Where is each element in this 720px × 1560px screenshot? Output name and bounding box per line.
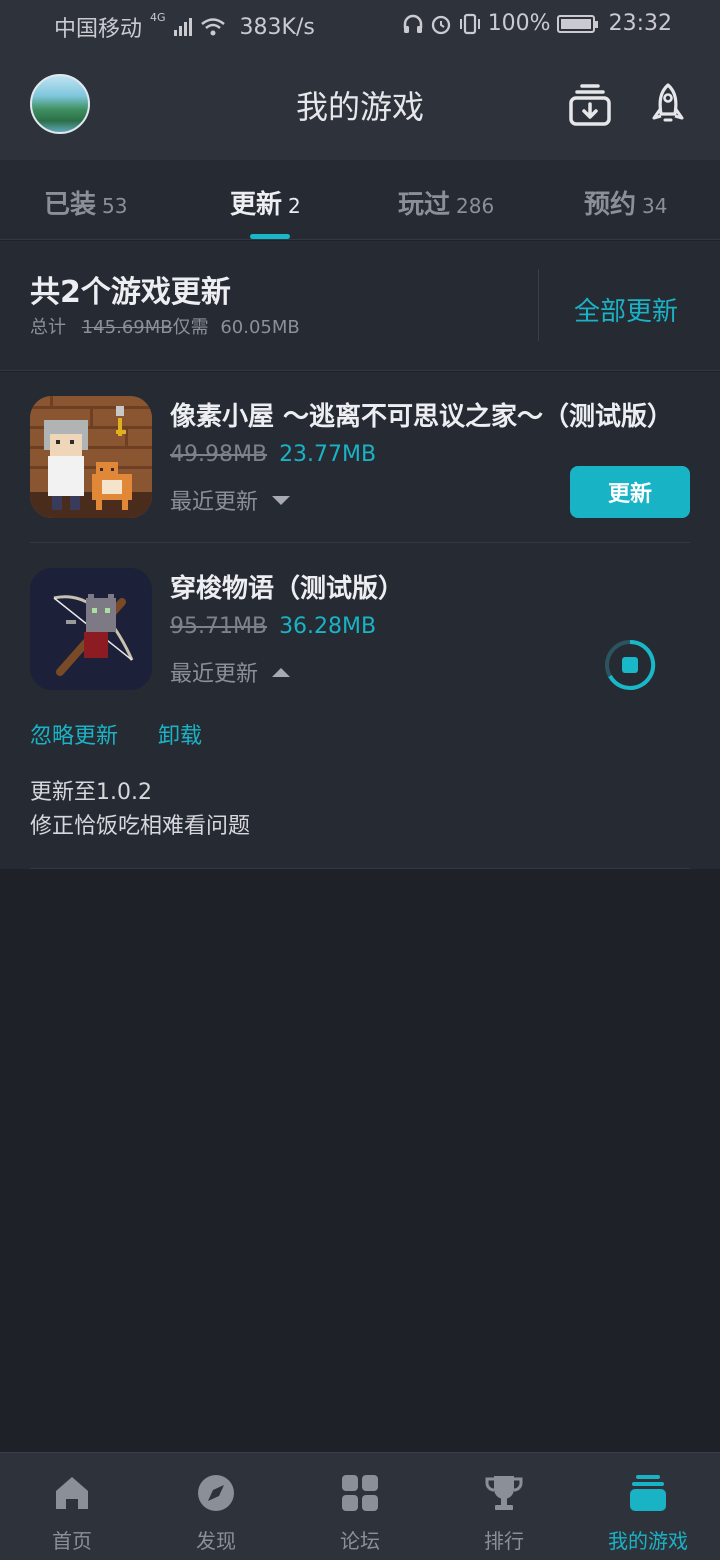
recent-update-toggle[interactable]: 最近更新 [170, 484, 291, 516]
game-sizes: 95.71MB 36.28MB [170, 614, 376, 639]
pixel-house-art-icon [30, 396, 152, 518]
row-divider [30, 868, 690, 869]
game-actions: 忽略更新 卸载 [30, 718, 202, 750]
nav-forum[interactable]: 论坛 [288, 1453, 432, 1560]
bottom-nav: 首页 发现 论坛 排行 我的游戏 [0, 1452, 720, 1560]
old-size: 49.98MB [170, 442, 268, 467]
game-title[interactable]: 穿梭物语（测试版） [170, 568, 404, 605]
tab-count: 2 [288, 194, 301, 218]
update-summary: 共2个游戏更新 总计 145.69MB仅需 60.05MB 全部更新 [0, 241, 720, 371]
total-mid: 仅需 [172, 317, 209, 338]
status-bar: 中国移动 4G 383K/s 100% 23:32 [0, 0, 720, 52]
nav-home[interactable]: 首页 [0, 1453, 144, 1560]
game-sizes: 49.98MB 23.77MB [170, 442, 376, 467]
update-notes-version: 更新至1.0.2 [30, 780, 152, 805]
tab-updates[interactable]: 更新 2 [230, 184, 301, 221]
total-old-size: 145.69MB [81, 317, 173, 338]
clock-label: 23:32 [608, 11, 672, 36]
update-notes-text: 修正恰饭吃相难看问题 [30, 814, 251, 839]
summary-size: 总计 145.69MB仅需 60.05MB [30, 313, 300, 339]
status-left: 中国移动 4G 383K/s [54, 11, 315, 43]
recent-update-toggle[interactable]: 最近更新 [170, 656, 291, 688]
uninstall-link[interactable]: 卸载 [158, 718, 202, 750]
ignore-update-link[interactable]: 忽略更新 [30, 718, 118, 750]
crossbow-art-icon [30, 568, 152, 690]
nav-label: 排行 [484, 1529, 524, 1553]
net-speed-label: 383K/s [239, 14, 315, 40]
download-tray-icon[interactable] [568, 82, 612, 128]
total-new-size: 60.05MB [220, 317, 300, 338]
rocket-icon[interactable] [646, 82, 690, 128]
carrier-label: 中国移动 [54, 17, 143, 42]
chevron-up-icon [272, 667, 291, 677]
app-header: 我的游戏 [0, 52, 720, 160]
tab-label: 玩过 [398, 190, 451, 220]
total-prefix: 总计 [30, 317, 66, 338]
game-title[interactable]: 像素小屋 ～逃离不可思议之家～（测试版） [170, 396, 673, 433]
summary-title: 共2个游戏更新 [30, 275, 231, 310]
nav-my-games[interactable]: 我的游戏 [576, 1453, 720, 1560]
game-tabs: 已装 53 更新 2 玩过 286 预约 34 [0, 160, 720, 240]
nav-discover[interactable]: 发现 [144, 1453, 288, 1560]
network-label: 4G [150, 11, 166, 24]
old-size: 95.71MB [170, 614, 268, 639]
battery-icon [556, 14, 598, 33]
trophy-icon [485, 1476, 523, 1510]
active-tab-indicator [250, 234, 290, 239]
nav-label: 发现 [196, 1529, 236, 1553]
new-size: 23.77MB [279, 442, 377, 467]
vibrate-icon [459, 13, 480, 34]
tab-label: 已装 [44, 190, 97, 220]
nav-ranking[interactable]: 排行 [432, 1453, 576, 1560]
tab-count: 286 [456, 194, 495, 218]
nav-label: 我的游戏 [608, 1529, 688, 1553]
game-library-icon [630, 1475, 666, 1511]
tab-label: 更新 [230, 190, 283, 220]
battery-percent: 100% [487, 11, 551, 36]
wifi-icon [200, 18, 225, 36]
tab-count: 34 [642, 194, 668, 218]
tab-reserved[interactable]: 预约 34 [584, 184, 667, 221]
chevron-down-icon [272, 495, 291, 505]
tab-installed[interactable]: 已装 53 [44, 184, 127, 221]
status-right: 100% 23:32 [402, 11, 672, 36]
page-title: 我的游戏 [295, 88, 424, 126]
nav-label: 论坛 [340, 1529, 380, 1553]
summary-divider [538, 269, 539, 341]
tab-count: 53 [102, 194, 128, 218]
row-divider [30, 542, 690, 543]
alarm-icon [431, 15, 450, 34]
recent-update-label: 最近更新 [170, 662, 259, 687]
tab-label: 预约 [584, 190, 637, 220]
new-size: 36.28MB [279, 614, 377, 639]
game-icon-shuttle-story[interactable] [30, 568, 152, 690]
update-all-button[interactable]: 全部更新 [574, 291, 678, 328]
recent-update-label: 最近更新 [170, 490, 259, 515]
update-list: 像素小屋 ～逃离不可思议之家～（测试版） 49.98MB 23.77MB 最近更新… [0, 372, 720, 869]
download-stop-icon[interactable] [603, 638, 657, 692]
update-notes: 更新至1.0.2 修正恰饭吃相难看问题 [30, 776, 250, 844]
update-button[interactable]: 更新 [570, 466, 690, 518]
nav-label: 首页 [52, 1529, 92, 1553]
signal-icon [173, 18, 192, 36]
compass-icon [198, 1475, 234, 1511]
tab-played[interactable]: 玩过 286 [398, 184, 494, 221]
headphones-icon [403, 14, 422, 33]
game-icon-pixel-house[interactable] [30, 396, 152, 518]
grid-icon [342, 1475, 378, 1511]
home-icon [56, 1477, 88, 1509]
